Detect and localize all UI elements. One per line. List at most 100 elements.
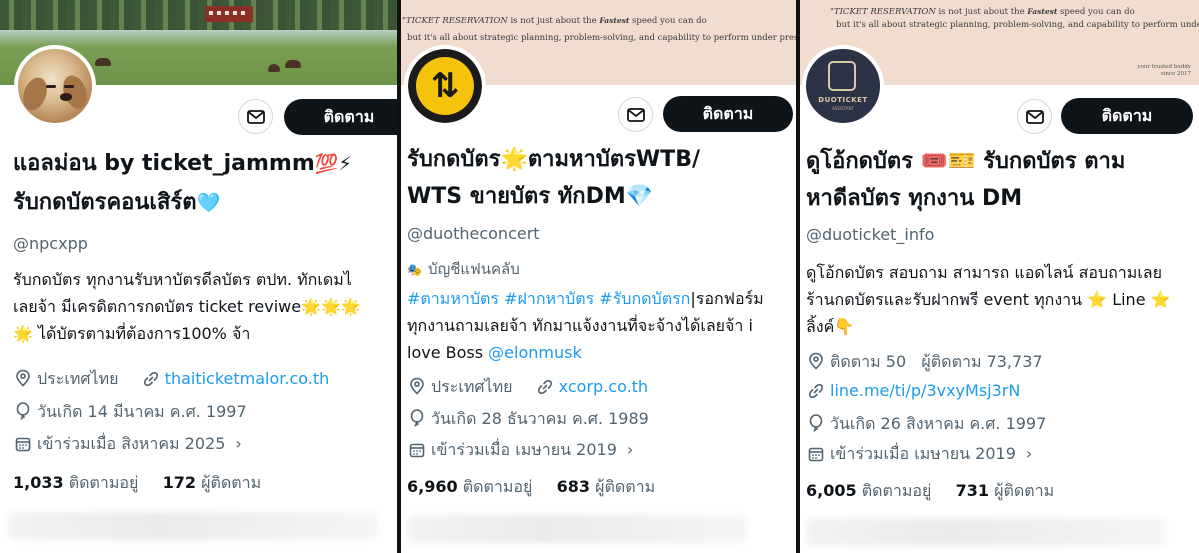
follow-stats: 1,033 ติดตามอยู่ 172 ผู้ติดตาม: [13, 471, 261, 496]
message-button[interactable]: [618, 97, 653, 132]
bio-line: #ตามหาบัตร #ฝากหาบัตร #รับกดบัตรก|รอกฟอร…: [407, 285, 796, 312]
blurred-content: [407, 515, 747, 543]
bio-hashtags[interactable]: #ตามหาบัตร #ฝากหาบัตร #รับกดบัตรก: [407, 289, 690, 308]
banner-horse: [268, 64, 280, 72]
avatar-duoticket-logo[interactable]: DUOTICKET ASSISTANT: [802, 45, 884, 127]
location-text: ประเทศไทย: [37, 369, 119, 388]
display-name-line2: หาดีลบัตร ทุกงาน DM: [806, 186, 1023, 211]
display-name-line2: WTS ขายบัตร ทักDM💎: [407, 184, 654, 209]
avatar-puppy[interactable]: [14, 45, 96, 127]
balloon-icon: [16, 402, 30, 420]
location-text: ติดตาม 50 ผู้ติดตาม 73,737: [830, 352, 1043, 371]
bio-line: ดูโอ้กดบัตร สอบถาม สามารถ แอดไลน์ สอบถาม…: [806, 263, 1162, 282]
bio-line: เลยจ้า มีเครดิตการกดบัตร ticket reviwe🌟🌟…: [13, 297, 361, 316]
bio: #ตามหาบัตร #ฝากหาบัตร #รับกดบัตรก|รอกฟอร…: [407, 285, 796, 366]
link-icon: [809, 384, 823, 398]
website-link[interactable]: line.me/ti/p/3vxyMsj3rN: [830, 381, 1020, 400]
chevron-right-icon: ›: [235, 434, 242, 453]
avatar-logo-subtext: ASSISTANT: [832, 106, 854, 111]
chevron-right-icon: ›: [626, 440, 634, 459]
heart-emoji: 🩵: [196, 192, 221, 214]
follow-stats: 6,005 ติดตามอยู่ 731 ผู้ติดตาม: [806, 479, 1054, 504]
birthday-text: วันเกิด 28 ธันวาคม ค.ศ. 1989: [431, 409, 649, 428]
banner-quote-line2: but it's all about strategic planning, p…: [407, 33, 796, 43]
location-website-row: ประเทศไทย xcorp.co.th: [409, 375, 648, 400]
location-pin-icon: [809, 352, 823, 370]
display-name-line2: รับกดบัตรคอนเสิร์ต🩵: [13, 184, 397, 222]
following-count: 6,005: [806, 481, 857, 500]
followers-label: ผู้ติดตาม: [201, 473, 262, 492]
dog-ear: [58, 72, 92, 112]
following-label: ติดตามอยู่: [861, 481, 932, 500]
link-icon: [537, 380, 552, 394]
fan-club-icon: 🎭: [407, 263, 422, 277]
following-count: 6,960: [407, 477, 458, 496]
bio-line: ร้านกดบัตรและรับฝากพรี event ทุกงาน ⭐ Li…: [806, 290, 1171, 309]
followers-link[interactable]: 731 ผู้ติดตาม: [956, 481, 1055, 500]
joined-row[interactable]: เข้าร่วมเมื่อ เมษายน 2019 ›: [409, 438, 633, 463]
calendar-icon: [808, 447, 824, 462]
message-button[interactable]: [1017, 99, 1052, 134]
bio: ดูโอ้กดบัตร สอบถาม สามารถ แอดไลน์ สอบถาม…: [806, 259, 1199, 340]
mail-icon: [1026, 110, 1044, 124]
birthday-row: วันเกิด 28 ธันวาคม ค.ศ. 1989: [409, 407, 649, 432]
mail-icon: [627, 108, 645, 122]
followers-label: ผู้ติดตาม: [595, 477, 656, 496]
location-text: ประเทศไทย: [431, 377, 513, 396]
balloon-icon: [809, 414, 823, 432]
birthday-text: วันเกิด 14 มีนาคม ค.ศ. 1997: [37, 402, 247, 421]
ticket-emblem-icon: [828, 61, 856, 91]
handle: @duotheconcert: [407, 224, 540, 243]
joined-text: เข้าร่วมเมื่อ สิงหาคม 2025: [37, 434, 226, 453]
display-name: รับกดบัตร🌟ตามหาบัตรWTB/: [407, 147, 700, 172]
bio-stats-row: ติดตาม 50 ผู้ติดตาม 73,737: [808, 350, 1043, 375]
handle: @npcxpp: [13, 234, 88, 253]
birthday-row: วันเกิด 14 มีนาคม ค.ศ. 1997: [15, 400, 247, 425]
dog-nose: [60, 93, 72, 101]
joined-text: เข้าร่วมเมื่อ เมษายน 2019: [431, 440, 617, 459]
calendar-icon: [15, 437, 31, 452]
dog-ear: [18, 74, 52, 114]
account-type-label: 🎭 บัญชีแฟนคลับ: [407, 257, 520, 281]
banner-house: [205, 6, 253, 22]
website-link[interactable]: xcorp.co.th: [559, 377, 648, 396]
follow-button[interactable]: ติดตาม: [1061, 98, 1193, 134]
followers-link[interactable]: 683 ผู้ติดตาม: [557, 477, 656, 496]
followers-count: 731: [955, 481, 989, 500]
bio-line: 🌟 ได้บัตรตามที่ต้องการ100% จ้า: [13, 324, 251, 343]
banner-trees: [0, 0, 397, 30]
display-name: แอลม่อน by ticket_jammm💯⚡: [13, 145, 397, 183]
banner-quote-line2: but it's all about strategic planning, p…: [836, 20, 1199, 30]
banner-horse: [285, 60, 301, 68]
balloon-icon: [410, 409, 424, 427]
following-label: ติดตามอยู่: [462, 477, 533, 496]
bio-line: love Boss @elonmusk: [407, 339, 796, 366]
following-link[interactable]: 6,960 ติดตามอยู่: [407, 477, 532, 496]
following-count: 1,033: [13, 473, 64, 492]
dog-eye: [64, 85, 74, 88]
joined-row[interactable]: เข้าร่วมเมื่อ เมษายน 2019 ›: [808, 442, 1032, 467]
bio-tail: |รอกฟอร์ม: [690, 289, 764, 308]
avatar-retweet-logo[interactable]: ⇅: [404, 45, 486, 127]
website-link[interactable]: thaiticketmalor.co.th: [165, 369, 330, 388]
banner-tagline: your trusted buddy since 2017: [1137, 64, 1192, 77]
mail-icon: [247, 110, 265, 124]
following-link[interactable]: 6,005 ติดตามอยู่: [806, 481, 931, 500]
bio-line: ลิ้งค์👇: [806, 317, 855, 336]
message-button[interactable]: [238, 99, 273, 134]
bio-line: รับกดบัตร ทุกงานรับหาบัตรดีลบัตร ตปท. ทั…: [13, 270, 352, 289]
follow-button[interactable]: ติดตาม: [284, 99, 397, 135]
banner-quote-line1: "TICKET RESERVATION is not just about th…: [402, 16, 707, 26]
joined-row[interactable]: เข้าร่วมเมื่อ สิงหาคม 2025 ›: [15, 432, 242, 457]
bio: รับกดบัตร ทุกงานรับหาบัตรดีลบัตร ตปท. ทั…: [13, 266, 397, 347]
account-type-text: บัญชีแฟนคลับ: [427, 260, 520, 278]
followers-label: ผู้ติดตาม: [994, 481, 1055, 500]
bio-mention-link[interactable]: @elonmusk: [488, 343, 582, 362]
followers-link[interactable]: 172 ผู้ติดตาม: [163, 473, 262, 492]
following-link[interactable]: 1,033 ติดตามอยู่: [13, 473, 138, 492]
avatar-logo-text: DUOTICKET: [818, 96, 868, 104]
blurred-content: [8, 512, 378, 540]
follow-button[interactable]: ติดตาม: [663, 96, 793, 132]
location-pin-icon: [410, 377, 424, 395]
display-name: ดูโอ้กดบัตร 🎟️🎫 รับกดบัตร ตาม: [806, 149, 1126, 174]
